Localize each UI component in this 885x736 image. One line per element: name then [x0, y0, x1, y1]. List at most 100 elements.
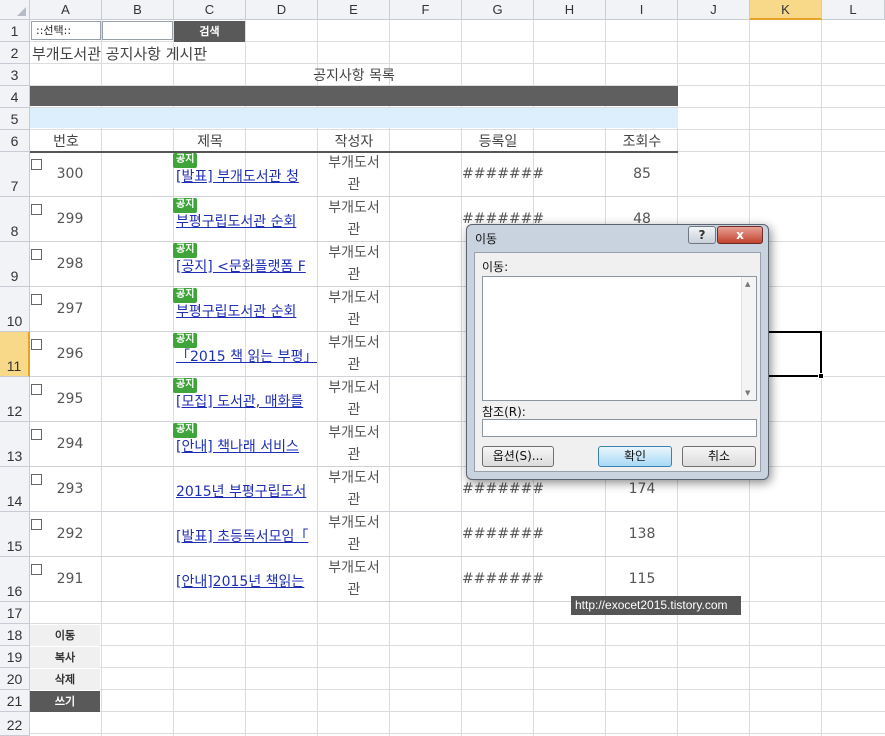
row-header-13[interactable]: 13	[0, 422, 30, 467]
post-author: 부개도서 관	[328, 380, 380, 418]
post-number: 292	[56, 526, 84, 542]
row-header-17[interactable]: 17	[0, 602, 30, 624]
row-header-19[interactable]: 19	[0, 646, 30, 668]
close-button[interactable]: x	[717, 226, 763, 244]
post-author: 부개도서 관	[328, 290, 380, 328]
copy-menu-button[interactable]: 복사	[30, 647, 100, 668]
column-header-g[interactable]: G	[462, 0, 534, 20]
reference-input[interactable]	[482, 419, 757, 437]
grid-line	[30, 41, 885, 42]
post-number: 291	[56, 571, 84, 587]
post-date: #######	[462, 481, 545, 497]
dialog-title: 이동	[475, 232, 498, 246]
board-title: 부개도서관 공지사항 게시판	[32, 45, 208, 63]
post-views: 138	[628, 526, 656, 542]
row-header-3[interactable]: 3	[0, 64, 30, 86]
post-title-link[interactable]: 부평구립도서관 순회	[176, 301, 317, 321]
column-title-author: 작성자	[334, 134, 374, 150]
post-number: 296	[56, 346, 84, 362]
post-author: 부개도서 관	[328, 200, 380, 238]
post-date: #######	[462, 526, 545, 542]
help-button[interactable]: ?	[688, 226, 716, 244]
delete-menu-button[interactable]: 삭제	[30, 669, 100, 690]
select-all-corner[interactable]	[0, 0, 30, 20]
column-header-i[interactable]: I	[606, 0, 678, 20]
row-header-6[interactable]: 6	[0, 130, 30, 152]
goto-list[interactable]: ▲ ▼	[482, 276, 757, 401]
write-menu-button[interactable]: 쓰기	[30, 691, 100, 712]
options-button[interactable]: 옵션(S)...	[482, 446, 554, 467]
column-header-l[interactable]: L	[822, 0, 885, 20]
fill-handle[interactable]	[818, 373, 824, 379]
post-title-link[interactable]: [안내] 책나래 서비스	[176, 436, 317, 456]
post-number: 298	[56, 256, 84, 272]
category-select[interactable]: ::선택::	[31, 21, 101, 40]
post-views: 85	[633, 166, 651, 182]
search-button[interactable]: 검색	[174, 21, 245, 42]
post-author: 부개도서 관	[328, 155, 380, 193]
row-header-14[interactable]: 14	[0, 467, 30, 512]
post-author: 부개도서 관	[328, 425, 380, 463]
row-header-7[interactable]: 7	[0, 152, 30, 197]
post-date: #######	[462, 166, 545, 182]
row-header-15[interactable]: 15	[0, 512, 30, 557]
post-number: 300	[56, 166, 84, 182]
post-author: 부개도서 관	[328, 515, 380, 553]
row-header-8[interactable]: 8	[0, 197, 30, 242]
post-title-link[interactable]: 2015년 부평구립도서	[176, 481, 317, 501]
row-header-9[interactable]: 9	[0, 242, 30, 287]
post-title-link[interactable]: [발표] 초등독서모임「	[176, 526, 317, 546]
row-header-20[interactable]: 20	[0, 668, 30, 690]
row-header-11[interactable]: 11	[0, 332, 30, 377]
row-header-22[interactable]: 22	[0, 712, 30, 736]
goto-label: 이동:	[482, 260, 509, 274]
column-header-h[interactable]: H	[534, 0, 606, 20]
subheader-band	[30, 108, 678, 128]
row-header-1[interactable]: 1	[0, 20, 30, 42]
post-title-link[interactable]: [공지] <문화플랫폼 F	[176, 256, 317, 276]
row-header-21[interactable]: 21	[0, 690, 30, 712]
column-header-f[interactable]: F	[390, 0, 462, 20]
row-header-4[interactable]: 4	[0, 86, 30, 108]
column-header-d[interactable]: D	[246, 0, 318, 20]
grid-line	[30, 733, 885, 734]
scroll-down-icon[interactable]: ▼	[745, 389, 750, 397]
column-header-j[interactable]: J	[678, 0, 750, 20]
grid-line	[30, 711, 885, 712]
row-header-2[interactable]: 2	[0, 42, 30, 64]
reference-label: 참조(R):	[482, 405, 526, 419]
list-title: 공지사항 목록	[313, 68, 395, 84]
grid-line	[30, 667, 885, 668]
column-header-c[interactable]: C	[174, 0, 246, 20]
post-title-link[interactable]: [안내]2015년 책읽는	[176, 571, 317, 591]
move-menu-button[interactable]: 이동	[30, 625, 100, 646]
column-title-views: 조회수	[622, 134, 662, 150]
column-header-a[interactable]: A	[30, 0, 102, 20]
cancel-button[interactable]: 취소	[682, 446, 756, 467]
row-header-10[interactable]: 10	[0, 287, 30, 332]
row-header-12[interactable]: 12	[0, 377, 30, 422]
ok-button[interactable]: 확인	[598, 446, 672, 467]
post-number: 294	[56, 436, 84, 452]
row-header-16[interactable]: 16	[0, 557, 30, 602]
column-header-k[interactable]: K	[750, 0, 822, 20]
column-header-e[interactable]: E	[318, 0, 390, 20]
column-title-date: 등록일	[478, 134, 518, 150]
goto-dialog: 이동 ? x 이동: ▲ ▼ 참조(R): 옵션(S)... 확인 취소	[466, 224, 769, 480]
post-author: 부개도서 관	[328, 335, 380, 373]
post-title-link[interactable]: 부평구립도서관 순회	[176, 211, 317, 231]
column-header-b[interactable]: B	[102, 0, 174, 20]
post-title-link[interactable]: [모집] 도서관, 매화를	[176, 391, 317, 411]
search-input[interactable]	[102, 21, 173, 40]
post-number: 293	[56, 481, 84, 497]
scroll-up-icon[interactable]: ▲	[745, 280, 750, 288]
grid-line	[30, 689, 885, 690]
grid-line	[30, 623, 885, 624]
post-number: 297	[56, 301, 84, 317]
post-title-link[interactable]: 「2015 책 읽는 부평」	[176, 346, 317, 366]
row-header-5[interactable]: 5	[0, 108, 30, 130]
post-title-link[interactable]: [발표] 부개도서관 청	[176, 166, 317, 186]
header-band	[30, 86, 678, 106]
row-header-18[interactable]: 18	[0, 624, 30, 646]
list-scrollbar[interactable]: ▲ ▼	[741, 277, 756, 400]
